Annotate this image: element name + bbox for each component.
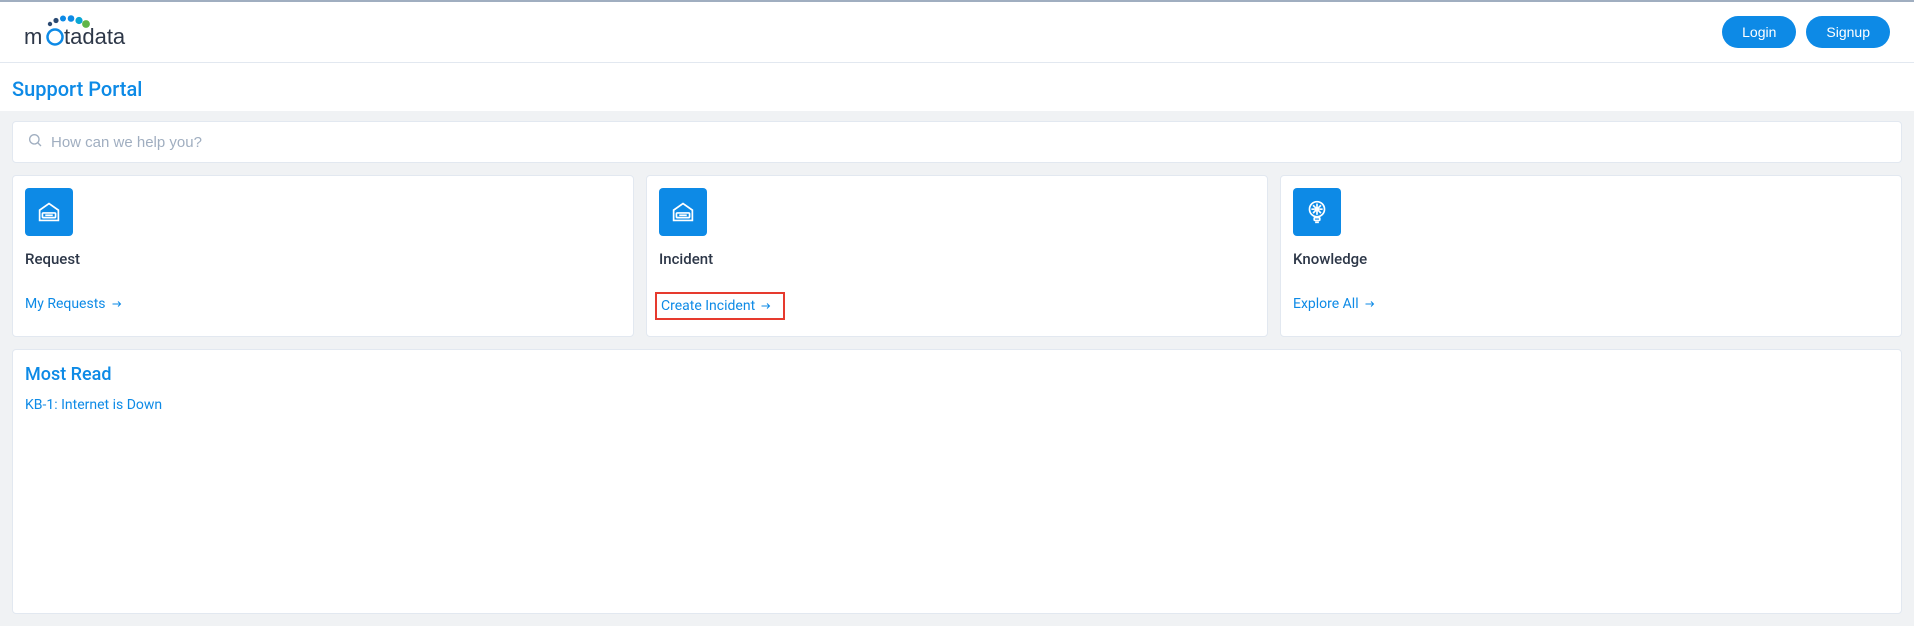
search-container	[12, 111, 1902, 175]
my-requests-label: My Requests	[25, 296, 106, 312]
create-incident-link[interactable]: Create Incident	[661, 298, 773, 314]
card-incident: Incident Create Incident	[646, 175, 1268, 337]
svg-text:m: m	[24, 24, 42, 49]
card-knowledge: Knowledge Explore All	[1280, 175, 1902, 337]
header: m tadata Login Signup	[0, 2, 1914, 63]
my-requests-link[interactable]: My Requests	[25, 296, 621, 312]
search-box[interactable]	[12, 121, 1902, 163]
most-read-section: Most Read KB-1: Internet is Down	[12, 349, 1902, 614]
most-read-kb-link[interactable]: KB-1: Internet is Down	[25, 397, 1889, 413]
card-incident-title: Incident	[659, 250, 1255, 268]
create-incident-highlight: Create Incident	[655, 292, 785, 320]
signup-button[interactable]: Signup	[1806, 16, 1890, 48]
logo-motadata: m tadata	[24, 14, 144, 50]
card-request: Request My Requests	[12, 175, 634, 337]
card-request-title: Request	[25, 250, 621, 268]
logo: m tadata	[24, 14, 144, 50]
most-read-title: Most Read	[25, 364, 1889, 385]
create-incident-label: Create Incident	[661, 298, 755, 314]
cards-row: Request My Requests Incident Create	[12, 175, 1902, 337]
search-icon	[27, 132, 43, 152]
ticket-icon	[25, 188, 73, 236]
explore-all-label: Explore All	[1293, 296, 1359, 312]
lightbulb-icon	[1293, 188, 1341, 236]
header-buttons: Login Signup	[1722, 16, 1890, 48]
arrow-right-icon	[110, 298, 124, 310]
arrow-right-icon	[1363, 298, 1377, 310]
page-title: Support Portal	[0, 63, 1914, 111]
card-knowledge-title: Knowledge	[1293, 250, 1889, 268]
content-area: Request My Requests Incident Create	[0, 111, 1914, 626]
login-button[interactable]: Login	[1722, 16, 1796, 48]
svg-text:tadata: tadata	[64, 24, 126, 49]
search-input[interactable]	[51, 134, 1887, 151]
ticket-icon	[659, 188, 707, 236]
explore-all-link[interactable]: Explore All	[1293, 296, 1889, 312]
arrow-right-icon	[759, 300, 773, 312]
